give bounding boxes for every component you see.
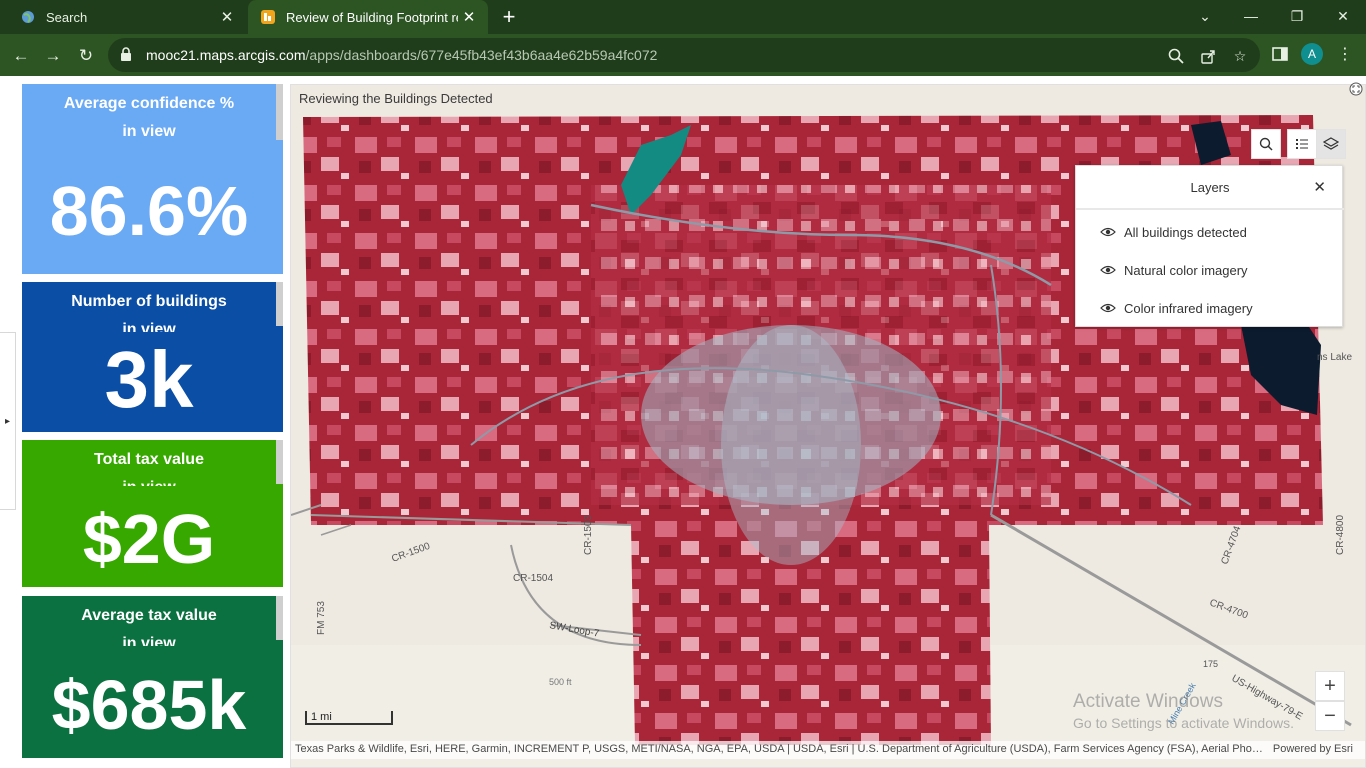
layers-panel-title: Layers xyxy=(1190,180,1230,195)
minimize-button[interactable]: — xyxy=(1228,0,1274,32)
indicator-subtitle: in view xyxy=(122,321,176,332)
map-widget[interactable]: Reviewing the Buildings Detected CR-1500… xyxy=(290,84,1366,768)
share-icon[interactable] xyxy=(1198,46,1218,66)
eye-icon[interactable] xyxy=(1100,226,1116,238)
browser-menu-icon[interactable]: ⋮ xyxy=(1335,43,1355,65)
zoom-out-button[interactable]: − xyxy=(1315,701,1345,731)
road-label: FM 753 xyxy=(316,601,327,635)
layer-item-color-infrared[interactable]: Color infrared imagery xyxy=(1100,298,1253,318)
layers-icon[interactable] xyxy=(1316,129,1346,159)
zoom-in-button[interactable]: + xyxy=(1315,671,1345,701)
indicator-value: 3k xyxy=(22,340,276,420)
tab-title: Review of Building Footprint res xyxy=(286,9,458,25)
indicator-number-of-buildings: Number of buildings in view 3k xyxy=(22,282,283,432)
scrollbar[interactable] xyxy=(276,282,283,326)
legend-icon[interactable] xyxy=(1287,129,1317,159)
indicator-subtitle: in view xyxy=(122,123,176,140)
fullscreen-icon[interactable] xyxy=(1349,82,1365,98)
road-label: 175 xyxy=(1203,659,1218,669)
indicator-value: $2G xyxy=(82,500,216,578)
new-tab-button[interactable]: + xyxy=(497,4,521,29)
indicator-title: Number of buildings xyxy=(71,293,227,310)
arcgis-dashboard-icon xyxy=(260,9,276,25)
map-attribution: Texas Parks & Wildlife, Esri, HERE, Garm… xyxy=(291,741,1365,759)
side-panel-toggle-chevron-icon[interactable]: ▸ xyxy=(0,332,16,510)
tab-title: Search xyxy=(46,9,88,25)
scrollbar[interactable] xyxy=(276,84,283,140)
activation-watermark-subtitle: Go to Settings to activate Windows. xyxy=(1073,715,1294,731)
scrollbar[interactable] xyxy=(276,440,283,484)
indicator-total-tax-value: Total tax value in view $2G xyxy=(22,440,283,587)
scrollbar[interactable] xyxy=(276,596,283,640)
eye-icon[interactable] xyxy=(1100,302,1116,314)
lock-icon xyxy=(120,47,134,63)
zoom-search-icon[interactable] xyxy=(1166,46,1186,66)
scale-bar: 1 mi xyxy=(305,711,393,725)
layer-item-all-buildings[interactable]: All buildings detected xyxy=(1100,222,1247,242)
browser-toolbar: ← → ↻ mooc21.maps.arcgis.com/apps/dashbo… xyxy=(0,34,1366,76)
layer-label: Color infrared imagery xyxy=(1124,300,1253,316)
close-tab-icon[interactable]: ✕ xyxy=(458,6,480,28)
indicator-average-tax-value: Average tax value in view $685k xyxy=(22,596,283,758)
back-button[interactable]: ← xyxy=(8,43,34,69)
indicator-value: 86.6% xyxy=(49,172,249,250)
eye-icon[interactable] xyxy=(1100,264,1116,276)
url-text: mooc21.maps.arcgis.com/apps/dashboards/6… xyxy=(146,47,658,63)
globe-icon xyxy=(20,9,36,25)
indicator-title: Average confidence % xyxy=(63,95,235,112)
layer-item-natural-color[interactable]: Natural color imagery xyxy=(1100,260,1248,280)
browser-tab-strip: Search ✕ Review of Building Footprint re… xyxy=(0,0,1366,34)
tab-dashboard[interactable]: Review of Building Footprint res ✕ xyxy=(248,0,488,34)
layers-panel: Layers ✕ All buildings detected Natural … xyxy=(1075,165,1344,327)
search-icon[interactable] xyxy=(1251,129,1281,159)
dashboard: ▸ Average confidence % in view 86.6% Numb… xyxy=(0,76,1366,768)
bookmark-star-icon[interactable]: ☆ xyxy=(1230,46,1250,66)
road-label: CR-1504 xyxy=(513,573,553,584)
road-label: CR-4800 xyxy=(1335,515,1346,555)
side-panel-icon[interactable] xyxy=(1270,44,1290,64)
indicator-average-confidence: Average confidence % in view 86.6% xyxy=(22,84,283,274)
road-label: CR-1503 xyxy=(583,515,594,555)
layer-label: Natural color imagery xyxy=(1124,262,1248,278)
profile-avatar[interactable]: A xyxy=(1301,43,1323,65)
powered-by-esri[interactable]: Powered by Esri xyxy=(1273,743,1353,755)
road-label: ns Lake xyxy=(1317,352,1352,363)
indicator-subtitle: in view xyxy=(122,635,176,646)
tab-search[interactable]: Search ✕ xyxy=(10,0,246,34)
reload-button[interactable]: ↻ xyxy=(73,43,99,69)
map-title: Reviewing the Buildings Detected xyxy=(299,91,493,106)
indicator-title: Total tax value xyxy=(94,451,204,468)
address-bar[interactable]: mooc21.maps.arcgis.com/apps/dashboards/6… xyxy=(108,38,1260,72)
restore-button[interactable]: ❐ xyxy=(1274,0,1320,32)
tab-search-chevron-icon[interactable]: ⌄ xyxy=(1182,0,1228,32)
forward-button[interactable]: → xyxy=(40,43,66,69)
road-label: 500 ft xyxy=(549,677,572,687)
indicator-subtitle: in view xyxy=(22,474,276,486)
layer-label: All buildings detected xyxy=(1124,224,1247,240)
activation-watermark-title: Activate Windows xyxy=(1073,691,1223,712)
close-tab-icon[interactable]: ✕ xyxy=(216,6,238,28)
indicator-value: $685k xyxy=(51,666,247,744)
close-window-button[interactable]: ✕ xyxy=(1320,0,1366,32)
close-icon[interactable]: ✕ xyxy=(1313,178,1326,196)
indicator-title: Average tax value xyxy=(81,607,217,624)
attribution-text[interactable]: Texas Parks & Wildlife, Esri, HERE, Garm… xyxy=(295,743,1265,755)
